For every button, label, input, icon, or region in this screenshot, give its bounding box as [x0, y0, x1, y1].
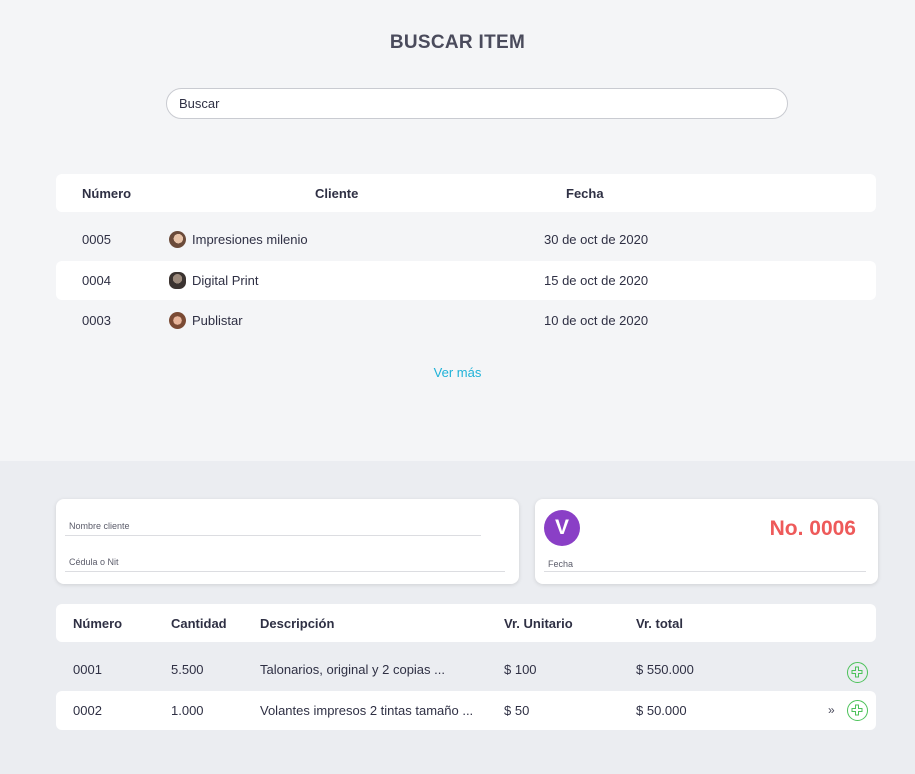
item-cantidad: 5.500 [171, 662, 204, 677]
header-descripcion: Descripción [260, 616, 335, 631]
cedula-field[interactable] [65, 571, 505, 572]
table-row[interactable]: 0003 Publistar 10 de oct de 2020 [56, 301, 876, 340]
search-input[interactable] [166, 88, 788, 119]
item-total: $ 50.000 [636, 703, 687, 718]
header-numero: Número [82, 186, 132, 201]
page-title: BUSCAR ITEM [389, 32, 526, 53]
item-unitario: $ 50 [504, 703, 530, 718]
avatar [169, 312, 186, 329]
add-item-icon[interactable] [847, 662, 868, 683]
item-row[interactable]: 0001 5.500 Talonarios, original y 2 copi… [56, 650, 876, 689]
item-cantidad: 1.000 [171, 703, 204, 718]
table-row[interactable]: 0005 Impresiones milenio 30 de oct de 20… [56, 220, 876, 259]
item-descripcion: Talonarios, original y 2 copias ... [260, 662, 445, 677]
row-numero: 0005 [82, 232, 111, 247]
header-cliente: Cliente [315, 186, 359, 201]
item-numero: 0002 [73, 703, 102, 718]
header-cantidad: Cantidad [171, 616, 227, 631]
search-section: BUSCAR ITEM Número Cliente Fecha 0005 Im… [0, 0, 915, 461]
fecha-field[interactable] [544, 571, 866, 572]
item-total: $ 550.000 [636, 662, 694, 677]
item-numero: 0001 [73, 662, 102, 677]
invoice-number-card: V No. 0006 Fecha [535, 499, 878, 584]
row-numero: 0003 [82, 313, 111, 328]
row-fecha: 10 de oct de 2020 [544, 313, 649, 328]
row-cliente: Impresiones milenio [192, 232, 308, 247]
avatar [169, 231, 186, 248]
add-item-icon[interactable] [847, 700, 868, 721]
header-numero: Número [73, 616, 123, 631]
row-numero: 0004 [82, 273, 111, 288]
item-unitario: $ 100 [504, 662, 537, 677]
nombre-cliente-field[interactable] [65, 535, 481, 536]
nombre-cliente-label: Nombre cliente [69, 521, 130, 531]
chevron-right-icon[interactable]: » [828, 703, 835, 717]
row-cliente: Digital Print [192, 273, 259, 288]
client-card: Nombre cliente Cédula o Nit [56, 499, 519, 584]
table-row[interactable]: 0004 Digital Print 15 de oct de 2020 [56, 261, 876, 300]
items-table-header: Número Cantidad Descripción Vr. Unitario… [56, 604, 876, 642]
avatar [169, 272, 186, 289]
cedula-label: Cédula o Nit [69, 557, 119, 567]
ver-mas-link[interactable]: Ver más [0, 365, 915, 380]
fecha-label: Fecha [548, 559, 574, 569]
item-descripcion: Volantes impresos 2 tintas tamaño ... [260, 703, 474, 718]
row-fecha: 15 de oct de 2020 [544, 273, 649, 288]
header-total: Vr. total [636, 616, 683, 631]
invoice-number: No. 0006 [769, 517, 856, 540]
header-fecha: Fecha [566, 186, 604, 201]
item-row[interactable]: 0002 1.000 Volantes impresos 2 tintas ta… [56, 691, 876, 730]
header-unitario: Vr. Unitario [504, 616, 573, 631]
row-fecha: 30 de oct de 2020 [544, 232, 649, 247]
table-header: Número Cliente Fecha [56, 174, 876, 212]
row-cliente: Publistar [192, 313, 243, 328]
company-logo: V [544, 510, 580, 546]
